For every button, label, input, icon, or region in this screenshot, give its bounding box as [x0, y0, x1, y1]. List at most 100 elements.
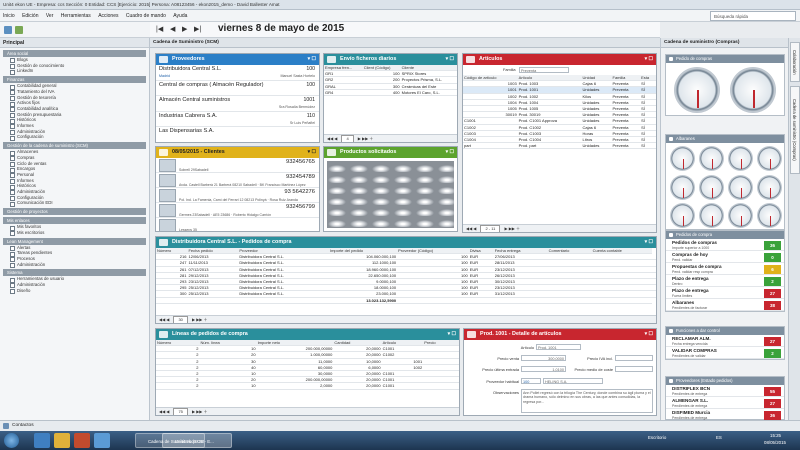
nav-group-header[interactable]: Mis enlaces [3, 217, 146, 225]
tab-cadena-compras[interactable]: Cadena de suministro (Compras) [790, 86, 800, 174]
contacts-icon[interactable] [3, 423, 9, 429]
folder-icon[interactable] [54, 433, 70, 448]
proveedor-habitual-field[interactable]: 100 [521, 378, 541, 384]
table-row[interactable]: 2 10 2,0000 20,0000 C1001 [156, 382, 459, 390]
table-row[interactable]: GR4 400 Motores El Caro, S.L. [324, 89, 457, 97]
panel-controls-icon[interactable]: ▾ ☐ [645, 54, 653, 65]
cliente-row[interactable]: Lesseps 35 [156, 218, 319, 231]
envio-ficheros-title: Envío ficheros diarios [340, 56, 397, 62]
cliente-row[interactable]: 932456765 Sobrell 29Sabadell [156, 158, 319, 173]
last-day-icon[interactable]: ▶| [194, 25, 201, 33]
proveedores-panel: Proveedores ▾ ☐ Distribuidora Central S.L… [155, 53, 320, 143]
articulo-field[interactable]: Prod. 1001 [536, 344, 581, 350]
nav-item[interactable]: Diseño [3, 288, 146, 294]
nav-item[interactable]: LinkedIn [3, 68, 146, 75]
menu-item-herramientas[interactable]: Herramientas [58, 10, 94, 22]
nav-item[interactable]: Comunicación EDI [3, 200, 146, 207]
precio-medio-coste-label: Precio medio de coste [574, 367, 614, 372]
gauges-title-2: Albaranes [666, 135, 784, 143]
precio-medio-coste-field[interactable] [615, 366, 653, 372]
articulos-page-number[interactable]: 2 - 11 [480, 225, 501, 232]
gauge-icon [757, 146, 782, 171]
media-icon[interactable] [74, 433, 90, 448]
cliente-row[interactable]: 932454789 Avda. Castell Barberà 21 Barber… [156, 173, 319, 188]
kpi-row[interactable]: Propuestas de compra Pend. validar resp c… [666, 263, 784, 275]
menu-item-ver[interactable]: Ver [43, 10, 57, 22]
refresh-icon[interactable] [15, 26, 23, 34]
start-button-icon[interactable] [4, 433, 19, 448]
panel-controls-icon[interactable]: ▾ ☐ [645, 329, 653, 340]
contacts-label[interactable]: Contactos [12, 421, 34, 431]
kpi-row[interactable]: ALMENGAR S.L. Pendientes de entrega 27 [666, 397, 784, 409]
precio-iva-label: Precio IVA incl. [587, 356, 613, 361]
proveedor-row[interactable]: Almacén Central suministros 1001 Sra Rosal… [156, 96, 319, 112]
precio-ultima-entrada-field[interactable]: 1,0100 [521, 366, 566, 372]
browser-icon[interactable] [34, 433, 50, 448]
proveedores-list: Distribuidora Central S.L. 100 Madrid Manue… [156, 65, 319, 142]
kpi-label: Albaranes [672, 300, 695, 305]
panel-controls-icon[interactable]: ▾ ☐ [448, 329, 456, 340]
precio-venta-field[interactable]: 300,0000 [521, 355, 566, 361]
precio-iva-field[interactable] [615, 355, 653, 361]
kpi-row[interactable]: RECLAMAR ALM. Fecha entrega vencida 27 [666, 335, 784, 347]
pedidos-pager: ◀◀ ◀ 30 ▶ ▶▶ ＋ [156, 315, 656, 323]
nav-group-header[interactable]: Área social [3, 50, 146, 57]
first-day-icon[interactable]: |◀ [156, 25, 163, 33]
familia-field[interactable]: Preventa [519, 67, 569, 73]
desktop-label[interactable]: Escritorio [648, 435, 666, 440]
menu-item-ayuda[interactable]: Ayuda [170, 10, 190, 22]
cliente-row[interactable]: 93 5642276 Pol. Ind. La Famenia, Camí del… [156, 188, 319, 203]
menu-item-acciones[interactable]: Acciones [95, 10, 121, 22]
ficheros-page-number[interactable]: 4 [341, 135, 354, 142]
observaciones-field[interactable]: Ann Pollet regresó con la trilogía The C… [521, 389, 653, 413]
panel-controls-icon[interactable]: ▾ ☐ [446, 147, 454, 158]
proveedor-row[interactable]: Las Dispensarias S.A. [156, 127, 319, 142]
nav-group-header[interactable]: Finanzas [3, 76, 146, 84]
proveedor-row[interactable]: Industrias Cabrera S.A. 110 Sr Luis Peñafi… [156, 112, 319, 127]
product-image [327, 161, 454, 228]
nav-item[interactable]: Configuración [3, 134, 146, 141]
kpi-label: DISTRIFLEX BCN [672, 386, 711, 391]
kpi-row[interactable]: Pedidos de compras Importe superior a 100… [666, 239, 784, 251]
app-icon[interactable] [94, 433, 110, 448]
panel-controls-icon[interactable]: ▾ ☐ [308, 147, 316, 158]
table-row[interactable]: part Prod. part Unidades Preventa SÍ [463, 142, 656, 150]
kpi-row[interactable]: Plazo de entrega Fuera límites 27 [666, 287, 784, 299]
envio-ficheros-panel: Envío ficheros diarios ▾ ☐ Empresa fren..… [323, 53, 458, 143]
menu-item-edicion[interactable]: Edición [19, 10, 41, 22]
kpi-box-title-2: Funciones a dar control [666, 327, 784, 335]
gauge-icon [757, 203, 782, 228]
kpi-box-2: Funciones a dar control RECLAMAR ALM. Fec… [665, 326, 785, 360]
nav-group-header[interactable]: Lean Management [3, 237, 146, 245]
nav-group-header[interactable]: Sistema [3, 269, 146, 277]
cliente-row[interactable]: 932456799 Germes 23Sabadell · AE5 23686 ·… [156, 203, 319, 218]
kpi-row[interactable]: Compras de hoy Pend. validar 0 [666, 251, 784, 263]
pedidos-page-number[interactable]: 30 [173, 316, 188, 323]
proveedor-name: Central de compras ( Almacén Regulador) [159, 81, 264, 88]
nav-group-header[interactable]: Gestión de la cadena de suministro (SCM) [3, 142, 146, 150]
kpi-row[interactable]: Plazo de entrega Dentro 2 [666, 275, 784, 287]
table-cell: Unidades [581, 142, 612, 150]
tab-colaboracion[interactable]: Colaboración [790, 42, 800, 82]
kpi-row[interactable]: VALIDAR COMPRAS Pendientes de validar 2 [666, 347, 784, 359]
lineas-page-number[interactable]: 75 [173, 408, 188, 415]
language-indicator[interactable]: ES [716, 435, 722, 440]
panel-controls-icon[interactable]: ▾ ☐ [446, 54, 454, 65]
kpi-row[interactable]: Albaranes Pendientes de facturar 38 [666, 299, 784, 311]
panel-controls-icon[interactable]: ▾ ☐ [645, 237, 653, 248]
next-day-icon[interactable]: ▶ [182, 25, 187, 33]
taskbar-ekon-button[interactable]: Unit4 ekon UE - E... [162, 433, 232, 448]
nav-item[interactable]: Mis escritorios [3, 230, 146, 236]
menu-item-cuadro-de-mando[interactable]: Cuadro de mando [123, 10, 169, 22]
nav-group-header[interactable]: Gestión de proyectos [3, 208, 146, 216]
menu-item-inicio[interactable]: Inicio [0, 10, 18, 22]
nav-item[interactable]: Administración [3, 262, 146, 268]
kpi-row[interactable]: DISTRIFLEX BCN Pendientes de entrega 55 [666, 385, 784, 397]
proveedor-row[interactable]: Distribuidora Central S.L. 100 Madrid Manue… [156, 65, 319, 81]
quick-search-input[interactable]: Búsqueda rápida [710, 11, 796, 21]
previous-day-icon[interactable]: ◀ [170, 25, 175, 33]
proveedor-row[interactable]: Central de compras ( Almacén Regulador) 1… [156, 81, 319, 96]
panel-controls-icon[interactable]: ▾ ☐ [308, 54, 316, 65]
home-icon[interactable] [4, 26, 12, 34]
tab-scm[interactable]: Cadena de Suministro (SCM) [150, 38, 219, 48]
